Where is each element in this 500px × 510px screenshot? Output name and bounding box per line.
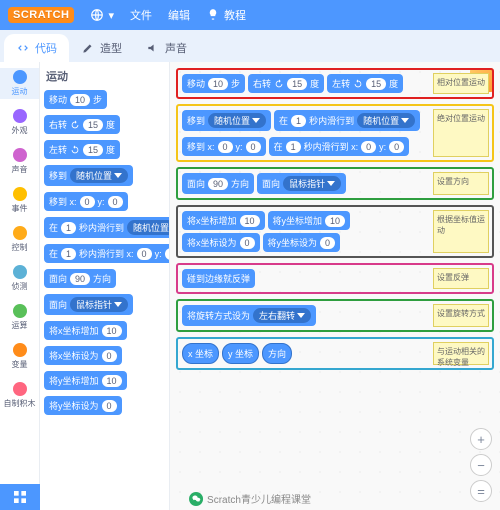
palette-title: 运动 <box>44 68 165 84</box>
ws-block-gotoxy[interactable]: 移到 x:0y:0 <box>182 137 266 156</box>
tab-sounds[interactable]: 声音 <box>134 34 199 62</box>
category-motion[interactable]: 运动 <box>0 68 39 99</box>
zoom-out-button[interactable]: − <box>470 454 492 476</box>
wechat-icon <box>189 492 203 506</box>
block-move-steps[interactable]: 移动10步 <box>44 90 107 109</box>
group-bounce: 碰到边缘就反弹 设置反弹 <box>176 263 494 294</box>
zoom-reset-button[interactable]: = <box>470 480 492 502</box>
tab-costumes[interactable]: 造型 <box>69 34 134 62</box>
zoom-controls: + − = <box>470 428 492 502</box>
category-events[interactable]: 事件 <box>0 185 39 216</box>
rotate-ccw-icon <box>70 145 80 155</box>
sound-icon <box>146 41 160 55</box>
add-extension-button[interactable] <box>0 484 40 510</box>
file-menu[interactable]: 文件 <box>122 0 160 30</box>
comment[interactable]: 设置方向 <box>433 172 489 195</box>
ws-block-rotstyle[interactable]: 将旋转方式设为左右翻转 <box>182 305 316 326</box>
block-change-x[interactable]: 将x坐标增加10 <box>44 321 127 340</box>
block-turn-right[interactable]: 右转15度 <box>44 115 120 134</box>
block-gotoxy[interactable]: 移到 x:0y:0 <box>44 192 128 211</box>
block-glidexy[interactable]: 在1秒内滑行到 x:0y:0 <box>44 244 170 263</box>
block-turn-left[interactable]: 左转15度 <box>44 140 120 159</box>
scratch-logo: SCRATCH <box>8 7 74 23</box>
code-icon <box>16 41 30 55</box>
tab-code[interactable]: 代码 <box>4 34 69 62</box>
menubar: SCRATCH ▾ 文件 编辑 教程 <box>0 0 500 30</box>
ws-block-turnr[interactable]: 右转15度 <box>248 74 324 93</box>
ws-block-turnl[interactable]: 左转15度 <box>327 74 403 93</box>
ws-block-glidexy[interactable]: 在1秒内滑行到 x:0y:0 <box>269 137 410 156</box>
category-control[interactable]: 控制 <box>0 224 39 255</box>
ws-block-setx[interactable]: 将x坐标设为0 <box>182 233 260 252</box>
rotate-ccw-icon <box>353 79 363 89</box>
rotate-cw-icon <box>274 79 284 89</box>
ws-block-goto[interactable]: 移到随机位置 <box>182 110 271 131</box>
comment[interactable]: 与运动相关的系统变量 <box>433 342 489 365</box>
category-column: 运动 外观 声音 事件 控制 侦测 运算 变量 自制积木 <box>0 62 40 510</box>
group-absolute-motion: 移到随机位置 在1秒内滑行到随机位置 移到 x:0y:0 在1秒内滑行到 x:0… <box>176 104 494 162</box>
ws-block-pointto[interactable]: 面向鼠标指针 <box>257 173 346 194</box>
comment[interactable]: 设置旋转方式 <box>433 304 489 327</box>
ws-block-changey[interactable]: 将y坐标增加10 <box>268 211 351 230</box>
category-myblocks[interactable]: 自制积木 <box>0 380 39 411</box>
ws-block-bounce[interactable]: 碰到边缘就反弹 <box>182 269 255 288</box>
comment[interactable]: 相对位置运动 <box>433 73 489 94</box>
watermark: Scratch青少儿编程课堂 <box>189 491 311 506</box>
chevron-down-icon: ▾ <box>108 9 114 22</box>
brush-icon <box>81 41 95 55</box>
ws-reporter-ypos[interactable]: y 坐标 <box>222 343 259 364</box>
category-sensing[interactable]: 侦测 <box>0 263 39 294</box>
block-change-y[interactable]: 将y坐标增加10 <box>44 371 127 390</box>
main-area: 运动 外观 声音 事件 控制 侦测 运算 变量 自制积木 运动 移动10步 右转… <box>0 62 500 510</box>
tutorials-menu[interactable]: 教程 <box>198 0 254 30</box>
comment[interactable]: 根据坐标值运动 <box>433 210 489 253</box>
ws-block-glide-rand[interactable]: 在1秒内滑行到随机位置 <box>274 110 420 131</box>
ws-block-changex[interactable]: 将x坐标增加10 <box>182 211 265 230</box>
group-relative-motion: 移动10步 右转15度 左转15度 相对位置运动 <box>176 68 494 99</box>
category-variables[interactable]: 变量 <box>0 341 39 372</box>
category-sound[interactable]: 声音 <box>0 146 39 177</box>
chevron-down-icon <box>114 173 122 178</box>
ws-block-pointdir[interactable]: 面向90方向 <box>182 173 254 194</box>
language-menu[interactable]: ▾ <box>82 0 122 30</box>
group-direction: 面向90方向 面向鼠标指针 设置方向 <box>176 167 494 200</box>
comment[interactable]: 设置反弹 <box>433 268 489 289</box>
script-workspace[interactable]: 移动10步 右转15度 左转15度 相对位置运动 移到随机位置 在1秒内滑行到随… <box>170 62 500 510</box>
comment[interactable]: 绝对位置运动 <box>433 109 489 157</box>
category-looks[interactable]: 外观 <box>0 107 39 138</box>
block-point-dir[interactable]: 面向90方向 <box>44 269 116 288</box>
group-coord-motion: 将x坐标增加10 将y坐标增加10 将x坐标设为0 将y坐标设为0 根据坐标值运… <box>176 205 494 258</box>
ws-reporter-xpos[interactable]: x 坐标 <box>182 343 219 364</box>
globe-icon <box>90 8 104 22</box>
block-set-y[interactable]: 将y坐标设为0 <box>44 396 122 415</box>
block-palette: 运动 移动10步 右转15度 左转15度 移到随机位置 移到 x:0y:0 在1… <box>40 62 170 510</box>
zoom-in-button[interactable]: + <box>470 428 492 450</box>
group-variables: x 坐标 y 坐标 方向 与运动相关的系统变量 <box>176 337 494 370</box>
block-set-x[interactable]: 将x坐标设为0 <box>44 346 122 365</box>
block-point-towards[interactable]: 面向鼠标指针 <box>44 294 133 315</box>
edit-menu[interactable]: 编辑 <box>160 0 198 30</box>
category-operators[interactable]: 运算 <box>0 302 39 333</box>
extension-icon <box>12 489 28 505</box>
lightbulb-icon <box>206 8 220 22</box>
block-glide-menu[interactable]: 在1秒内滑行到随机位置 <box>44 217 170 238</box>
ws-reporter-dir[interactable]: 方向 <box>262 343 292 364</box>
block-goto-menu[interactable]: 移到随机位置 <box>44 165 133 186</box>
rotate-cw-icon <box>70 120 80 130</box>
group-rotstyle: 将旋转方式设为左右翻转 设置旋转方式 <box>176 299 494 332</box>
editor-tabs: 代码 造型 声音 <box>0 30 500 62</box>
ws-block-move[interactable]: 移动10步 <box>182 74 245 93</box>
ws-block-sety[interactable]: 将y坐标设为0 <box>263 233 341 252</box>
